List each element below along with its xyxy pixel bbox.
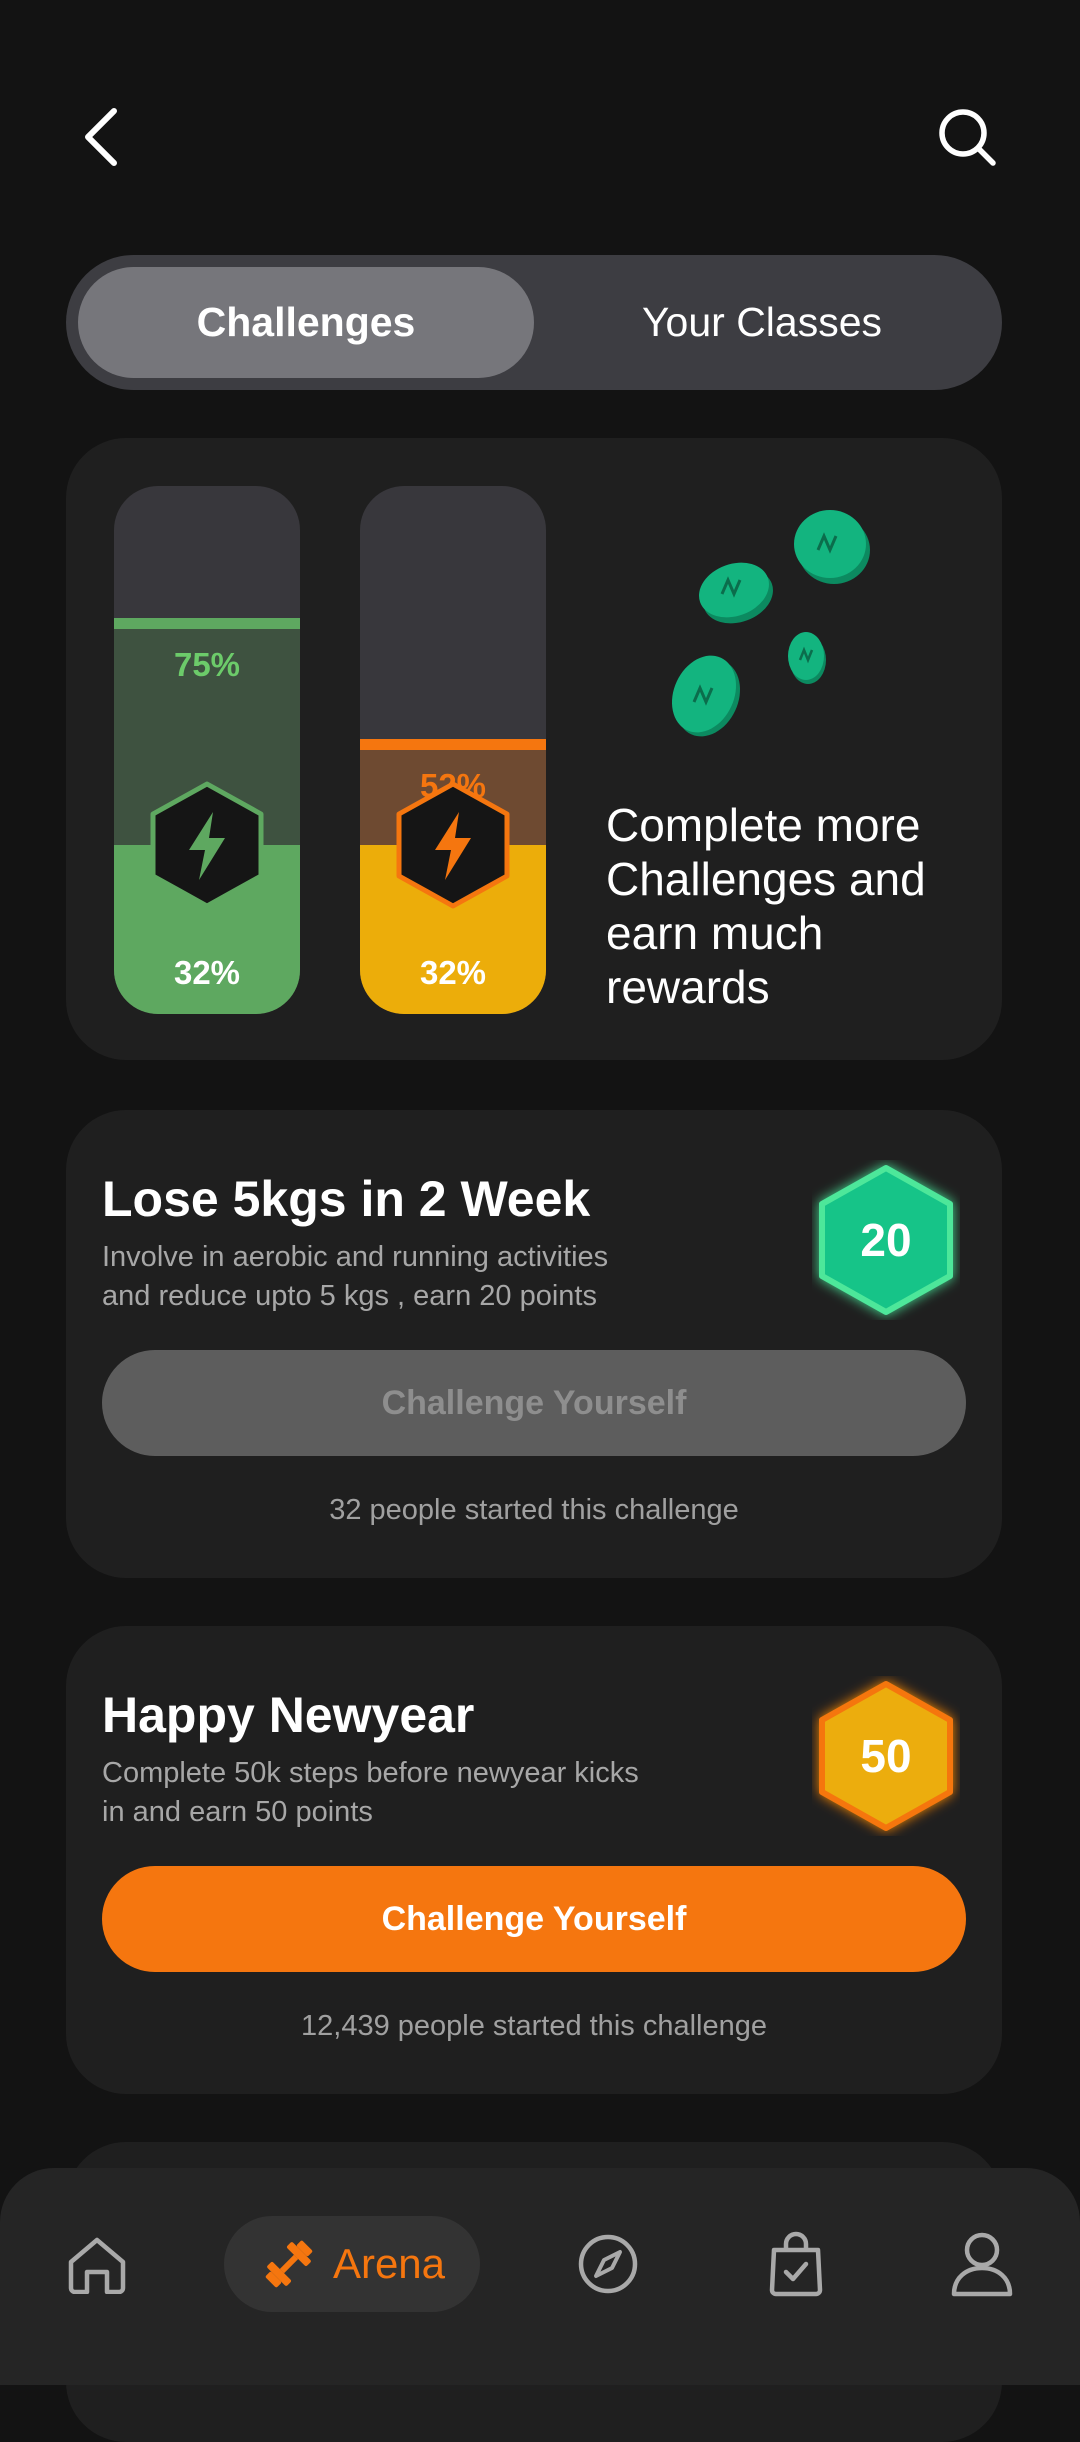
challenge-description: Complete 50k steps before newyear kicks … xyxy=(102,1757,639,1828)
progress-bar-green: 75% 32% xyxy=(114,486,300,1014)
search-icon xyxy=(939,109,996,166)
current-percent-label: 32% xyxy=(173,954,241,991)
lightning-bolt-icon xyxy=(150,781,264,909)
shopping-bag-icon xyxy=(769,2231,823,2297)
participants-count: 32 people started this challenge xyxy=(329,1494,739,1526)
nav-profile[interactable] xyxy=(940,2216,1024,2312)
nav-explore[interactable] xyxy=(566,2216,650,2312)
challenge-yourself-button[interactable]: Challenge Yourself xyxy=(102,1350,966,1456)
search-button[interactable] xyxy=(930,100,1004,174)
nav-arena[interactable]: Arena xyxy=(224,2216,480,2312)
compass-icon xyxy=(578,2234,638,2294)
tab-your-classes[interactable]: Your Classes xyxy=(534,267,990,378)
points-badge: 20 xyxy=(812,1160,960,1320)
home-icon xyxy=(68,2237,126,2294)
challenge-yourself-button[interactable]: Challenge Yourself xyxy=(102,1866,966,1972)
nav-shop[interactable] xyxy=(754,2216,838,2312)
dumbbell-icon xyxy=(265,2240,313,2288)
tab-switcher: Challenges Your Classes xyxy=(66,255,1002,390)
chevron-left-icon xyxy=(85,108,117,166)
progress-card: 75% 32% 52% 32% xyxy=(66,438,1002,1060)
points-value: 50 xyxy=(860,1730,912,1782)
challenge-description: Involve in aerobic and running activitie… xyxy=(102,1241,609,1312)
back-button[interactable] xyxy=(70,100,134,174)
nav-arena-label: Arena xyxy=(332,2240,446,2287)
goal-line xyxy=(114,618,300,629)
current-percent-label: 32% xyxy=(419,954,487,991)
lightning-bolt-icon xyxy=(396,781,510,909)
points-badge: 50 xyxy=(812,1676,960,1836)
promo-text: Complete more Challenges and earn much r… xyxy=(606,799,926,1013)
nav-home[interactable] xyxy=(56,2216,138,2312)
bottom-navigation: Arena xyxy=(0,2168,1080,2385)
challenge-title: Lose 5kgs in 2 Week xyxy=(102,1171,591,1227)
tab-challenges[interactable]: Challenges xyxy=(78,267,534,378)
user-icon xyxy=(951,2232,1013,2297)
progress-bar-orange: 52% 32% xyxy=(360,486,546,1014)
challenge-card: Lose 5kgs in 2 Week Involve in aerobic a… xyxy=(66,1110,1002,1578)
participants-count: 12,439 people started this challenge xyxy=(301,2010,767,2042)
goal-percent-label: 75% xyxy=(173,646,241,683)
challenge-card: Happy Newyear Complete 50k steps before … xyxy=(66,1626,1002,2094)
goal-line xyxy=(360,739,546,750)
top-bar xyxy=(0,0,1080,240)
challenge-title: Happy Newyear xyxy=(102,1687,475,1743)
points-value: 20 xyxy=(860,1214,912,1266)
coin-icon xyxy=(671,510,870,737)
